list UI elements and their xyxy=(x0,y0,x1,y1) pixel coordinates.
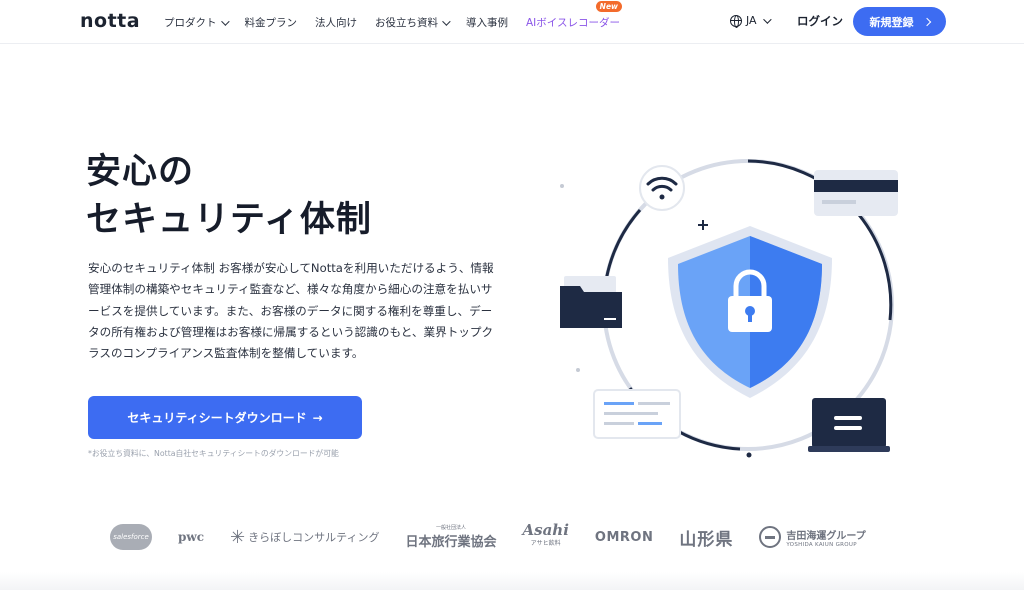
nav-ai-voice-recorder[interactable]: AIボイスレコーダー New xyxy=(526,1,622,30)
jata-label: 日本旅行業協会 xyxy=(405,535,497,550)
credit-card-icon xyxy=(814,170,898,216)
document-icon xyxy=(593,389,681,439)
signup-button[interactable]: 新規登録 xyxy=(853,7,946,36)
nav-pricing-label: 料金プラン xyxy=(244,17,298,29)
chevron-right-icon xyxy=(922,17,931,26)
nav-resources[interactable]: お役立ち資料 xyxy=(375,15,451,30)
pwc-logo: pwc xyxy=(178,530,205,544)
page-title: 安心の セキュリティ体制 xyxy=(86,148,372,244)
asahi-text: Asahi アサヒ飲料 xyxy=(522,523,568,551)
chevron-down-icon xyxy=(442,16,451,26)
nav-pricing[interactable]: 料金プラン xyxy=(245,15,298,30)
yoshida-sub-label: YOSHIDA KAIUN GROUP xyxy=(786,541,857,548)
section-divider xyxy=(0,572,1024,590)
login-link[interactable]: ログイン xyxy=(797,13,843,29)
emblem-icon xyxy=(759,526,782,548)
globe-icon xyxy=(730,14,742,28)
star-icon: ✳ xyxy=(230,526,246,548)
jata-text: 一般社団法人 日本旅行業協会 xyxy=(405,524,496,550)
yoshida-text: 吉田海運グループ YOSHIDA KAIUN GROUP xyxy=(786,527,865,548)
language-selector[interactable]: JA xyxy=(730,14,772,28)
folder-icon xyxy=(560,276,622,328)
nav-ai-voice-recorder-label: AIボイスレコーダー xyxy=(526,17,620,29)
nav-case-studies-label: 導入事例 xyxy=(466,17,508,29)
hero-description: 安心のセキュリティ体制 お客様が安心してNottaを利用いただけるよう、情報管理… xyxy=(88,261,494,361)
nav-resources-label: お役立ち資料 xyxy=(375,17,438,29)
jata-logo: 一般社団法人 日本旅行業協会 xyxy=(405,524,496,550)
partner-logos: salesforce pwc ✳ きらぼしコンサルティング 一般社団法人 日本旅… xyxy=(110,520,920,554)
title-line-2: セキュリティ体制 xyxy=(86,200,372,240)
security-illustration xyxy=(560,159,898,458)
salesforce-logo: salesforce xyxy=(110,524,152,550)
asahi-sub-label: アサヒ飲料 xyxy=(530,540,561,547)
yoshida-label: 吉田海運グループ xyxy=(786,530,866,542)
site-header: notta プロダクト 料金プラン 法人向け お役立ち資料 導入事例 AIボイス… xyxy=(0,0,1024,44)
yoshida-kaiun-logo: 吉田海運グループ YOSHIDA KAIUN GROUP xyxy=(759,526,866,548)
wifi-icon xyxy=(639,165,685,211)
kiraboshi-logo: ✳ きらぼしコンサルティング xyxy=(230,527,379,548)
new-badge: New xyxy=(595,1,622,12)
jata-small-label: 一般社団法人 xyxy=(435,525,466,531)
asahi-logo: Asahi アサヒ飲料 xyxy=(522,523,568,551)
arrow-right-icon: → xyxy=(312,410,323,425)
main-nav: プロダクト 料金プラン 法人向け お役立ち資料 導入事例 AIボイスレコーダー … xyxy=(164,1,638,30)
language-label: JA xyxy=(746,14,757,27)
signup-label: 新規登録 xyxy=(869,15,914,29)
nav-product[interactable]: プロダクト xyxy=(164,15,230,30)
laptop-icon xyxy=(808,398,890,452)
title-line-1: 安心の xyxy=(86,152,195,192)
kiraboshi-label: きらぼしコンサルティング xyxy=(248,531,380,544)
omron-logo: OMRON xyxy=(594,529,654,545)
shield-lock-icon xyxy=(668,226,832,398)
chevron-down-icon xyxy=(220,16,230,26)
notta-logo[interactable]: notta xyxy=(80,10,140,32)
yamagata-logo: 山形県 xyxy=(679,529,734,550)
nav-business-label: 法人向け xyxy=(315,17,357,29)
nav-product-label: プロダクト xyxy=(164,17,217,29)
chevron-down-icon xyxy=(762,14,772,24)
nav-business[interactable]: 法人向け xyxy=(315,15,357,30)
cta-label: セキュリティシートダウンロード xyxy=(127,411,307,425)
footnote: *お役立ち資料に、Notta自社セキュリティシートのダウンロードが可能 xyxy=(88,449,339,458)
security-sheet-download-button[interactable]: セキュリティシートダウンロード → xyxy=(88,396,362,439)
nav-case-studies[interactable]: 導入事例 xyxy=(466,15,508,30)
